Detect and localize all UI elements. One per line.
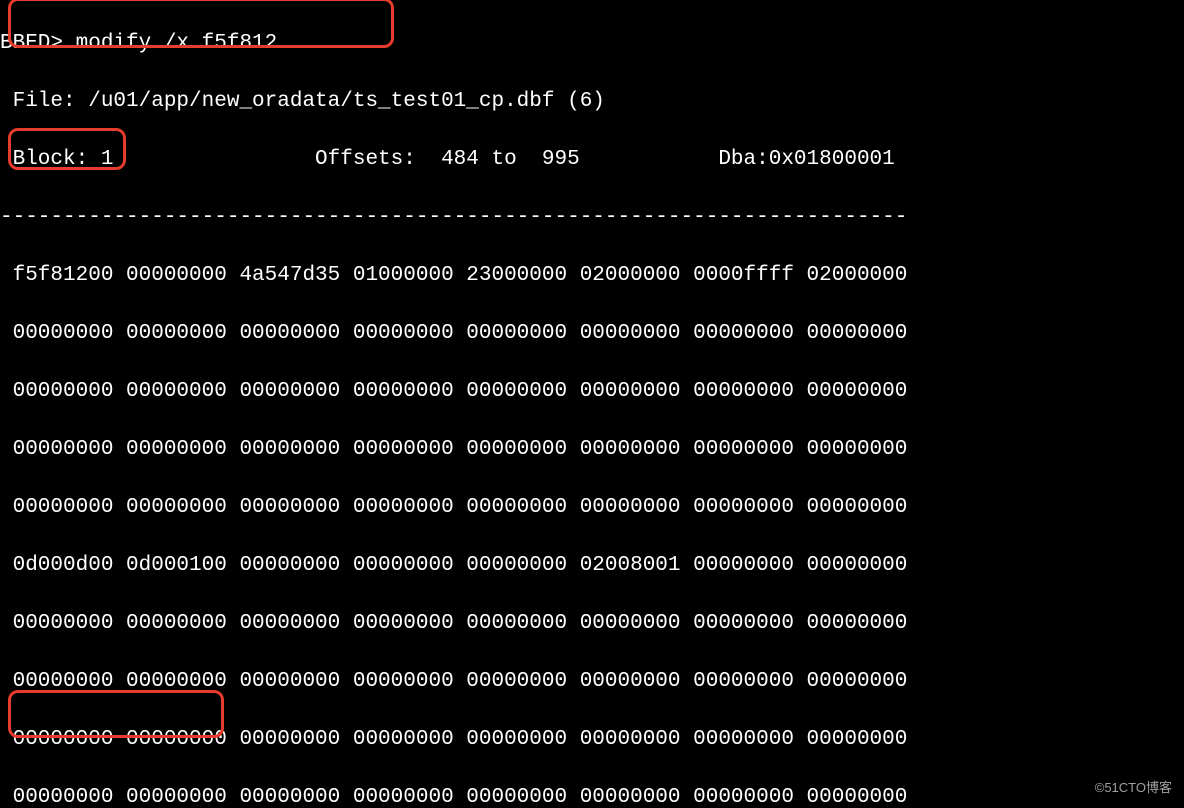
hex-row: 00000000 00000000 00000000 00000000 0000…: [0, 319, 1184, 348]
file-info: File: /u01/app/new_oradata/ts_test01_cp.…: [0, 87, 1184, 116]
cmd-modify: BBED> modify /x f5f812: [0, 29, 1184, 58]
hex-row: f5f81200 00000000 4a547d35 01000000 2300…: [0, 261, 1184, 290]
block-info: Block: 1 Offsets: 484 to 995 Dba:0x01800…: [0, 145, 1184, 174]
hex-row: 00000000 00000000 00000000 00000000 0000…: [0, 783, 1184, 808]
hex-row: 00000000 00000000 00000000 00000000 0000…: [0, 609, 1184, 638]
hex-row: 00000000 00000000 00000000 00000000 0000…: [0, 493, 1184, 522]
terminal-output[interactable]: BBED> modify /x f5f812 File: /u01/app/ne…: [0, 0, 1184, 808]
hex-row: 00000000 00000000 00000000 00000000 0000…: [0, 667, 1184, 696]
hex-row: 0d000d00 0d000100 00000000 00000000 0000…: [0, 551, 1184, 580]
hex-row: 00000000 00000000 00000000 00000000 0000…: [0, 725, 1184, 754]
divider: ----------------------------------------…: [0, 203, 1184, 232]
watermark: ©51CTO博客: [1095, 773, 1172, 802]
hex-row: 00000000 00000000 00000000 00000000 0000…: [0, 435, 1184, 464]
hex-row: 00000000 00000000 00000000 00000000 0000…: [0, 377, 1184, 406]
